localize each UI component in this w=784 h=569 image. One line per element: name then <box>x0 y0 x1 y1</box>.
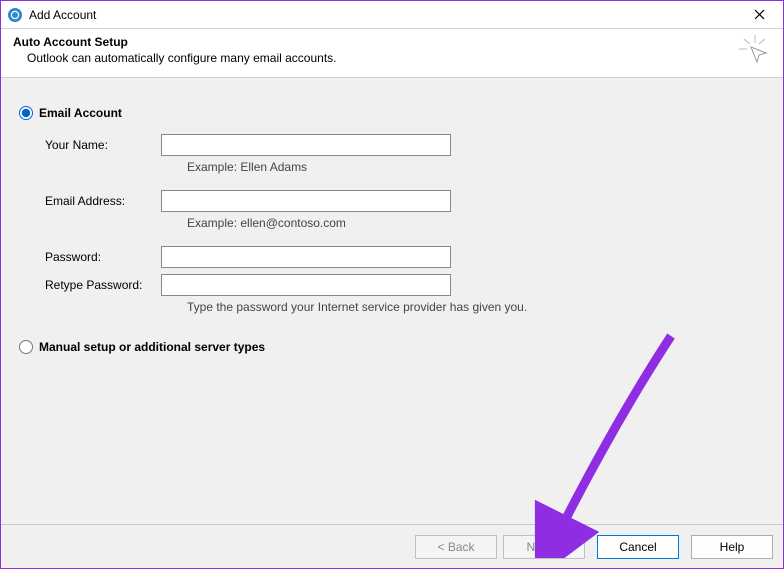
password-label: Password: <box>45 250 161 264</box>
radio-email-account[interactable] <box>19 106 33 120</box>
option-email-account[interactable]: Email Account <box>19 106 765 120</box>
close-button[interactable] <box>739 2 779 28</box>
your-name-hint: Example: Ellen Adams <box>187 160 765 174</box>
cursor-click-icon <box>739 35 771 67</box>
radio-manual-setup[interactable] <box>19 340 33 354</box>
annotation-arrow-icon <box>511 328 691 558</box>
email-hint: Example: ellen@contoso.com <box>187 216 765 230</box>
your-name-input[interactable] <box>161 134 451 156</box>
header-subtitle: Outlook can automatically configure many… <box>27 51 337 65</box>
password-input[interactable] <box>161 246 451 268</box>
email-label: Email Address: <box>45 194 161 208</box>
retype-password-input[interactable] <box>161 274 451 296</box>
email-account-form: Your Name: Example: Ellen Adams Email Ad… <box>45 134 765 314</box>
radio-email-account-label: Email Account <box>39 106 122 120</box>
cancel-button[interactable]: Cancel <box>597 535 679 559</box>
header-title: Auto Account Setup <box>13 35 337 49</box>
wizard-header: Auto Account Setup Outlook can automatic… <box>1 29 783 78</box>
wizard-footer: < Back Next > Cancel Help <box>1 524 783 568</box>
back-button[interactable]: < Back <box>415 535 497 559</box>
next-button[interactable]: Next > <box>503 535 585 559</box>
password-hint: Type the password your Internet service … <box>187 300 765 314</box>
window-title: Add Account <box>29 8 739 22</box>
retype-password-label: Retype Password: <box>45 278 161 292</box>
help-button[interactable]: Help <box>691 535 773 559</box>
option-manual-setup[interactable]: Manual setup or additional server types <box>19 340 765 354</box>
outlook-icon <box>7 7 23 23</box>
close-icon <box>754 7 765 23</box>
radio-manual-setup-label: Manual setup or additional server types <box>39 340 265 354</box>
your-name-label: Your Name: <box>45 138 161 152</box>
wizard-body: Email Account Your Name: Example: Ellen … <box>1 78 783 524</box>
add-account-window: Add Account Auto Account Setup Outlook c… <box>0 0 784 569</box>
email-input[interactable] <box>161 190 451 212</box>
titlebar: Add Account <box>1 1 783 29</box>
